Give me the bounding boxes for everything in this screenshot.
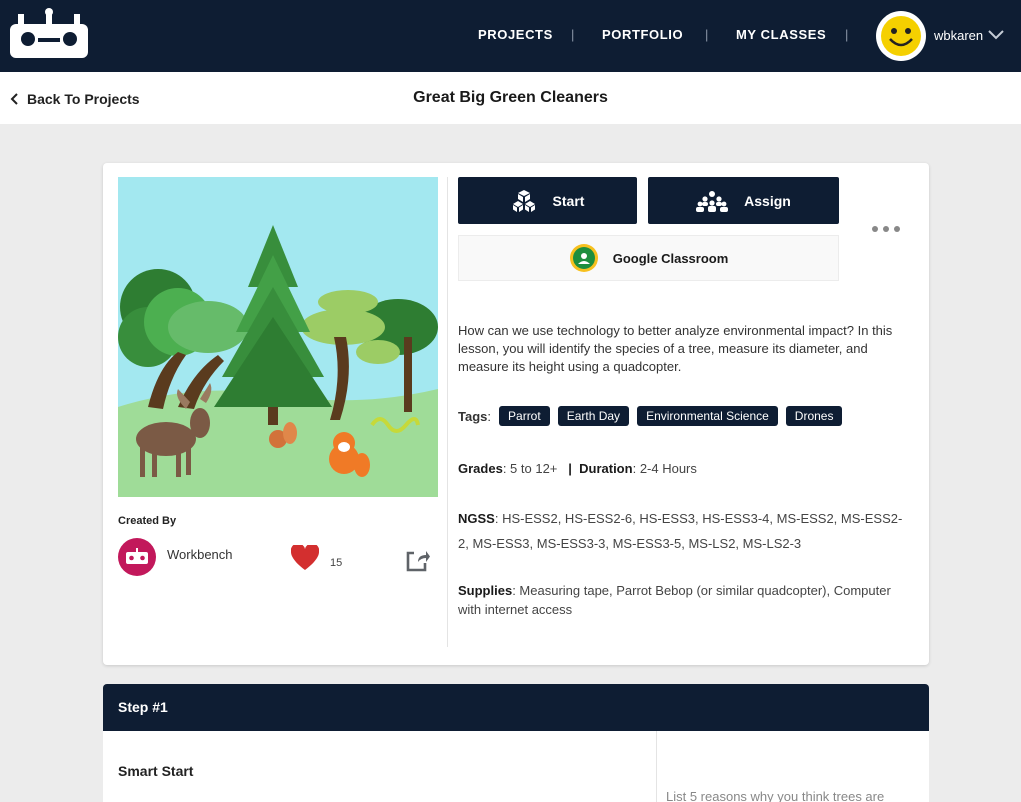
group-icon bbox=[696, 190, 729, 212]
nav-my-classes[interactable]: MY CLASSES bbox=[736, 27, 826, 42]
google-classroom-button[interactable]: Google Classroom bbox=[458, 235, 839, 281]
supplies: Supplies: Measuring tape, Parrot Bebop (… bbox=[458, 583, 891, 617]
top-nav: PROJECTS | PORTFOLIO | MY CLASSES | wbka… bbox=[0, 0, 1021, 72]
google-classroom-label: Google Classroom bbox=[612, 250, 729, 266]
creator-avatar[interactable] bbox=[118, 538, 156, 576]
nav-portfolio[interactable]: PORTFOLIO bbox=[602, 27, 683, 42]
like-count: 15 bbox=[330, 557, 343, 569]
more-options-icon[interactable] bbox=[871, 225, 901, 233]
assign-button[interactable]: Assign bbox=[648, 177, 839, 224]
tag-environmental-science[interactable]: Environmental Science bbox=[637, 406, 778, 426]
chevron-down-icon[interactable] bbox=[988, 28, 1004, 40]
nav-separator: | bbox=[705, 27, 709, 42]
created-by-label: Created By bbox=[118, 515, 177, 527]
nav-projects[interactable]: PROJECTS bbox=[478, 27, 553, 42]
tag-earth-day[interactable]: Earth Day bbox=[557, 406, 630, 426]
workbench-logo-icon bbox=[126, 548, 148, 564]
tag-drones[interactable]: Drones bbox=[785, 406, 843, 426]
page-title: Great Big Green Cleaners bbox=[413, 89, 608, 106]
supplies-value: Measuring tape, Parrot Bebop (or similar… bbox=[458, 583, 891, 617]
column-divider bbox=[447, 177, 448, 647]
smiley-face-icon bbox=[881, 16, 921, 56]
creator-name[interactable]: Workbench bbox=[167, 547, 233, 562]
duration-label: Duration bbox=[579, 461, 633, 476]
step-body: Smart Start List 5 reasons why you think… bbox=[103, 731, 929, 802]
step-title: Smart Start bbox=[118, 763, 194, 779]
start-button[interactable]: Start bbox=[458, 177, 637, 224]
grades-duration: Grades: 5 to 12+ | Duration: 2-4 Hours bbox=[458, 461, 697, 476]
nav-separator: | bbox=[571, 27, 575, 42]
step-divider bbox=[656, 731, 657, 802]
step-header[interactable]: Step #1 bbox=[103, 684, 929, 731]
username[interactable]: wbkaren bbox=[934, 28, 983, 43]
step-prompt: List 5 reasons why you think trees are bbox=[666, 789, 885, 802]
cubes-icon bbox=[512, 189, 535, 212]
duration-value: 2-4 Hours bbox=[639, 461, 697, 476]
tag-parrot[interactable]: Parrot bbox=[499, 406, 550, 426]
heart-icon[interactable] bbox=[291, 545, 319, 571]
nav-separator: | bbox=[845, 27, 849, 42]
ngss-standards: NGSS: HS-ESS2, HS-ESS2-6, HS-ESS3, HS-ES… bbox=[458, 511, 903, 551]
assign-label: Assign bbox=[744, 192, 791, 209]
google-classroom-icon bbox=[569, 244, 598, 272]
ngss-value: HS-ESS2, HS-ESS2-6, HS-ESS3, HS-ESS3-4, … bbox=[458, 511, 903, 551]
tags-row: Tags: Parrot Earth Day Environmental Sci… bbox=[458, 406, 843, 426]
supplies-label: Supplies bbox=[458, 583, 513, 598]
grades-value: 5 to 12+ bbox=[510, 461, 558, 476]
project-illustration bbox=[118, 177, 438, 497]
project-card: Created By Workbench 15 Start Assign Goo… bbox=[103, 163, 929, 665]
project-description: How can we use technology to better anal… bbox=[458, 323, 893, 374]
start-label: Start bbox=[552, 192, 585, 209]
user-avatar[interactable] bbox=[876, 11, 926, 61]
share-icon[interactable] bbox=[405, 547, 431, 573]
ngss-label: NGSS bbox=[458, 511, 495, 526]
grades-label: Grades bbox=[458, 461, 503, 476]
tags-label: Tags bbox=[458, 408, 488, 424]
sub-header: Back To Projects Great Big Green Cleaner… bbox=[0, 72, 1021, 124]
workbench-logo-icon[interactable] bbox=[8, 8, 92, 64]
